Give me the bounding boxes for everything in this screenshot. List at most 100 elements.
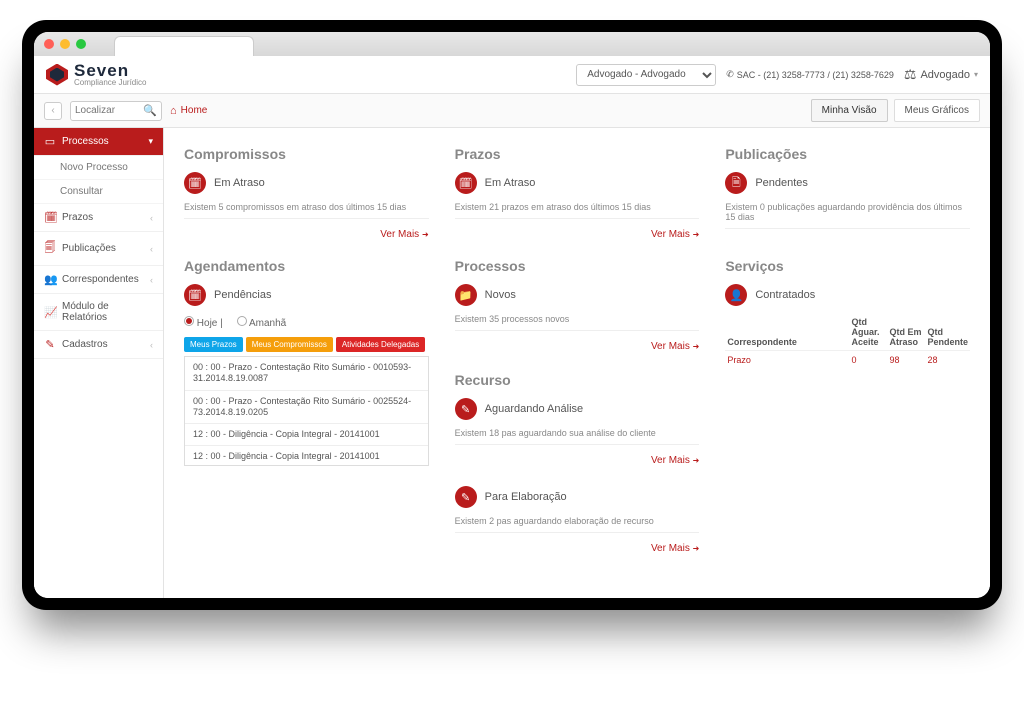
sidebar-item-label: Prazos [62,212,93,223]
sidebar-item-relatorios[interactable]: 📈 Módulo de Relatórios [34,294,163,331]
calendar-circle-icon: 🗓 [455,172,477,194]
tab-minha-visao[interactable]: Minha Visão [811,99,888,122]
search-input[interactable] [75,105,139,116]
user-menu[interactable]: ⚖ Advogado ▾ [904,66,978,83]
sidebar-item-correspondentes[interactable]: 👥 Correspondentes ‹ [34,266,163,294]
sidebar-item-processos[interactable]: ▭ Processos ▾ [34,128,163,156]
pill-meus-prazos[interactable]: Meus Prazos [184,337,243,352]
ver-mais-link[interactable]: Ver Mais ➜ [184,229,429,240]
edit-icon: ✎ [44,338,56,351]
arrow-right-icon: ➜ [693,230,700,239]
card-desc: Existem 21 prazos em atraso dos últimos … [455,202,700,212]
card-title: Compromissos [184,146,429,162]
table-row[interactable]: Prazo 0 98 28 [725,351,970,370]
sidebar: ▭ Processos ▾ Novo Processo Consultar 🗓 … [34,128,164,598]
edit-circle-icon: ✎ [455,486,477,508]
list-item[interactable]: 12 : 00 - Diligência - Copia Integral - … [185,446,428,466]
list-item[interactable]: 00 : 00 - Prazo - Contestação Rito Sumár… [185,391,428,425]
calendar-circle-icon: 🗓 [184,172,206,194]
search-icon[interactable]: 🔍 [143,104,157,117]
app-logo[interactable]: Seven Compliance Jurídico [46,62,146,87]
breadcrumb[interactable]: ⌂ Home [170,105,207,117]
nav-back-button[interactable]: ‹ [44,102,62,120]
calendar-icon: 🗓 [44,211,56,224]
recurso-row2: Para Elaboração [485,491,567,503]
window-close-dot[interactable] [44,39,54,49]
sidebar-item-label: Publicações [62,243,116,254]
card-title: Recurso [455,372,700,388]
td-aceite: 0 [849,351,887,370]
browser-tab[interactable] [114,36,254,56]
logo-text: Seven Compliance Jurídico [74,62,146,87]
device-frame: Seven Compliance Jurídico Advogado - Adv… [22,20,1002,610]
radio-hoje-label: Hoje | [197,318,223,329]
ver-mais-link[interactable]: Ver Mais ➜ [455,341,700,352]
search-box[interactable]: 🔍 [70,101,162,121]
sidebar-sub-consultar[interactable]: Consultar [34,180,163,204]
arrow-right-icon: ➜ [693,544,700,553]
book-icon: ▭ [44,135,56,148]
pill-atividades-delegadas[interactable]: Atividades Delegadas [336,337,425,352]
sidebar-item-publicacoes[interactable]: 🗐 Publicações ‹ [34,232,163,266]
card-desc: Existem 5 compromissos em atraso dos últ… [184,202,429,212]
list-item[interactable]: 12 : 00 - Diligência - Copia Integral - … [185,424,428,446]
card-row-label: Pendentes [755,177,808,189]
role-select[interactable]: Advogado - Advogado [576,64,716,86]
calendar-circle-icon: 🗓 [184,284,206,306]
card-processos: Processos 📁 Novos Existem 35 processos n… [455,258,700,352]
sidebar-item-cadastros[interactable]: ✎ Cadastros ‹ [34,331,163,359]
scales-icon: ⚖ [904,66,917,83]
chevron-down-icon: ▾ [148,136,153,147]
window-zoom-dot[interactable] [76,39,86,49]
card-desc: Existem 0 publicações aguardando providê… [725,202,970,222]
card-row-label: Pendências [214,289,272,301]
agendamentos-list[interactable]: 00 : 00 - Prazo - Contestação Rito Sumár… [184,356,429,466]
radio-hoje[interactable] [184,316,194,326]
ver-mais-link[interactable]: Ver Mais ➜ [455,229,700,240]
th-pendente: Qtd Pendente [925,314,970,351]
window-minimize-dot[interactable] [60,39,70,49]
chevron-left-icon: ‹ [150,213,153,223]
sidebar-item-label: Cadastros [62,339,108,350]
servicos-table: Correspondente Qtd Aguar. Aceite Qtd Em … [725,314,970,369]
user-label: Advogado [920,69,970,81]
user-circle-icon: 👤 [725,284,747,306]
th-correspondente: Correspondente [725,314,849,351]
sidebar-item-label: Correspondentes [62,274,139,285]
ver-mais-label: Ver Mais [651,229,690,240]
tab-meus-graficos[interactable]: Meus Gráficos [894,99,980,122]
toolbar: ‹ 🔍 ⌂ Home Minha Visão Meus Gráficos [34,94,990,128]
device-inner: Seven Compliance Jurídico Advogado - Adv… [34,32,990,598]
sidebar-sub-novo-processo[interactable]: Novo Processo [34,156,163,180]
card-agendamentos: Agendamentos 🗓 Pendências Hoje | Amanhã … [184,258,429,554]
sidebar-item-label: Módulo de Relatórios [62,301,153,323]
breadcrumb-home[interactable]: Home [181,105,208,116]
logo-mark-icon [46,64,68,86]
ver-mais-link[interactable]: Ver Mais ➜ [455,455,700,466]
chevron-left-icon: ‹ [150,275,153,285]
recurso-row1: Aguardando Análise [485,403,583,415]
recurso-desc2: Existem 2 pas aguardando elaboração de r… [455,516,700,526]
ver-mais-label: Ver Mais [380,229,419,240]
card-desc: Existem 35 processos novos [455,314,700,324]
pill-meus-compromissos[interactable]: Meus Compromissos [246,337,333,352]
card-row-label: Em Atraso [214,177,265,189]
ver-mais-link[interactable]: Ver Mais ➜ [455,543,700,554]
filter-pills: Meus Prazos Meus Compromissos Atividades… [184,337,429,352]
recurso-desc1: Existem 18 pas aguardando sua análise do… [455,428,700,438]
folder-circle-icon: 📁 [455,284,477,306]
phone-icon: ✆ [726,69,734,80]
ver-mais-label: Ver Mais [651,543,690,554]
card-row-label: Em Atraso [485,177,536,189]
list-item[interactable]: 00 : 00 - Prazo - Contestação Rito Sumár… [185,357,428,391]
chevron-left-icon: ‹ [150,340,153,350]
documents-icon: 🗐 [44,239,56,258]
card-row-label: Contratados [755,289,815,301]
main-content: Compromissos 🗓 Em Atraso Existem 5 compr… [164,128,990,598]
sidebar-item-prazos[interactable]: 🗓 Prazos ‹ [34,204,163,232]
arrow-right-icon: ➜ [693,342,700,351]
arrow-right-icon: ➜ [693,456,700,465]
card-title: Agendamentos [184,258,429,274]
radio-amanha[interactable] [237,316,247,326]
chevron-left-icon: ‹ [150,244,153,254]
